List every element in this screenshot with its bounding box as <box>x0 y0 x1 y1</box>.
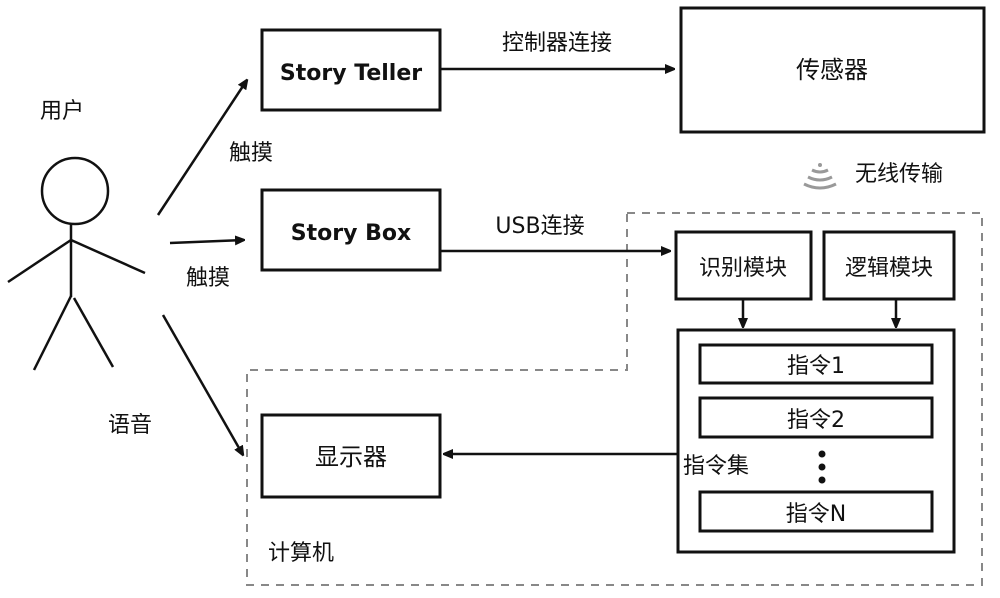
wireless-signal-icon <box>803 163 837 190</box>
instruction-set-label: 指令集 <box>683 454 749 479</box>
ellipsis-icon <box>818 450 826 484</box>
voice-arrow <box>161 314 243 455</box>
instruction-item-label: 指令N <box>786 502 846 527</box>
user-stick-figure-icon <box>7 156 146 371</box>
controller-connection-label: 控制器连接 <box>502 31 612 56</box>
wireless-label: 无线传输 <box>855 162 943 187</box>
instruction-item-label: 指令2 <box>787 408 845 433</box>
system-diagram: 计算机 用户 触摸 触摸 语音 Story Teller 控制器连接 传感器 无… <box>7 6 986 586</box>
story-teller-label: Story Teller <box>280 61 422 86</box>
display-label: 显示器 <box>315 443 387 471</box>
computer-group-label: 计算机 <box>268 541 334 566</box>
recognition-module-label: 识别模块 <box>699 256 787 281</box>
touch-label-mid: 触摸 <box>186 266 230 291</box>
user-label: 用户 <box>40 99 84 124</box>
usb-connection-label: USB连接 <box>495 214 584 239</box>
touch-label-top: 触摸 <box>229 141 273 166</box>
instruction-item-label: 指令1 <box>787 354 845 379</box>
story-box-label: Story Box <box>291 221 411 246</box>
voice-label: 语音 <box>108 413 152 438</box>
logic-module-label: 逻辑模块 <box>845 256 933 281</box>
touch-arrow-mid <box>169 240 244 243</box>
sensor-label: 传感器 <box>796 56 868 84</box>
